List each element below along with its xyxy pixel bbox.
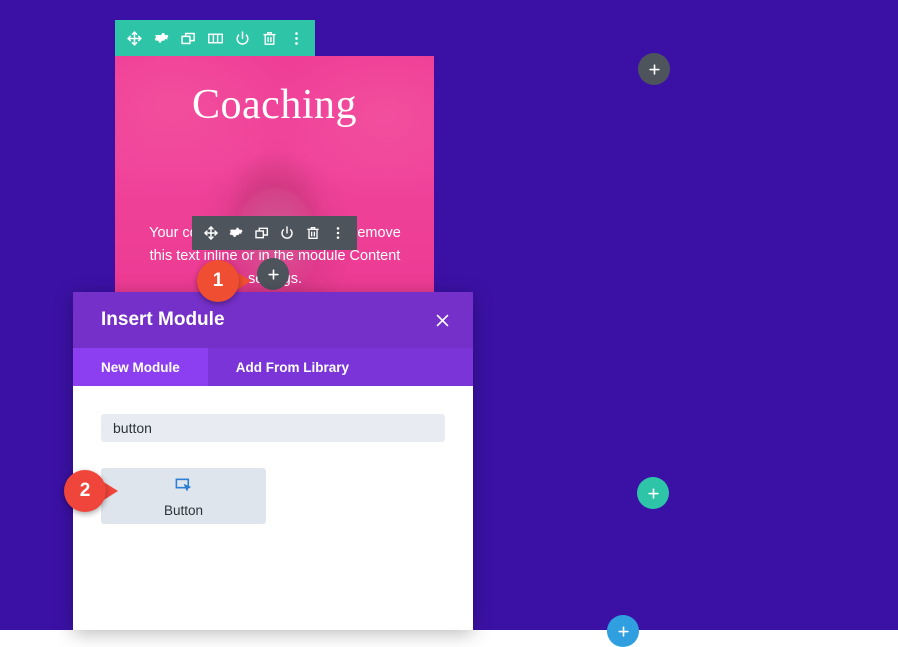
add-section-button-blue[interactable] [607,615,639,647]
row-settings-toolbar[interactable] [115,20,315,56]
marker-number: 2 [79,480,91,501]
modal-title: Insert Module [101,309,225,330]
move-icon[interactable] [121,20,147,56]
hero-title: Coaching [192,82,357,128]
trash-icon[interactable] [301,216,324,250]
search-input[interactable] [101,414,445,442]
trash-icon[interactable] [256,20,282,56]
power-icon[interactable] [276,216,299,250]
hero-section[interactable]: Coaching Your content goes here. Edit or… [115,56,434,292]
tab-add-from-library[interactable]: Add From Library [208,348,377,386]
modal-tabs: New Module Add From Library [73,348,473,386]
modal-header: Insert Module [73,292,473,348]
module-card-button[interactable]: Button [101,468,266,524]
module-card-label: Button [163,502,204,518]
tab-new-module[interactable]: New Module [73,348,208,386]
duplicate-icon[interactable] [175,20,201,56]
power-icon[interactable] [229,20,255,56]
gear-icon[interactable] [148,20,174,56]
step-marker-1: 1 [197,260,251,302]
module-settings-toolbar[interactable] [192,216,357,250]
insert-module-modal: Insert Module New Module Add From Librar… [73,292,473,630]
duplicate-icon[interactable] [250,216,273,250]
marker-number: 1 [212,270,224,291]
module-list: Button [101,468,445,524]
move-icon[interactable] [199,216,222,250]
more-options-icon[interactable] [327,216,350,250]
gear-icon[interactable] [225,216,248,250]
columns-icon[interactable] [202,20,228,56]
close-icon[interactable] [429,307,455,333]
step-marker-2: 2 [64,470,118,512]
add-row-button-teal[interactable] [637,477,669,509]
modal-body: Button [73,386,473,630]
button-module-icon [174,475,193,499]
insert-module-button[interactable] [257,258,289,290]
add-module-button-grey[interactable] [638,53,670,85]
more-options-icon[interactable] [283,20,309,56]
